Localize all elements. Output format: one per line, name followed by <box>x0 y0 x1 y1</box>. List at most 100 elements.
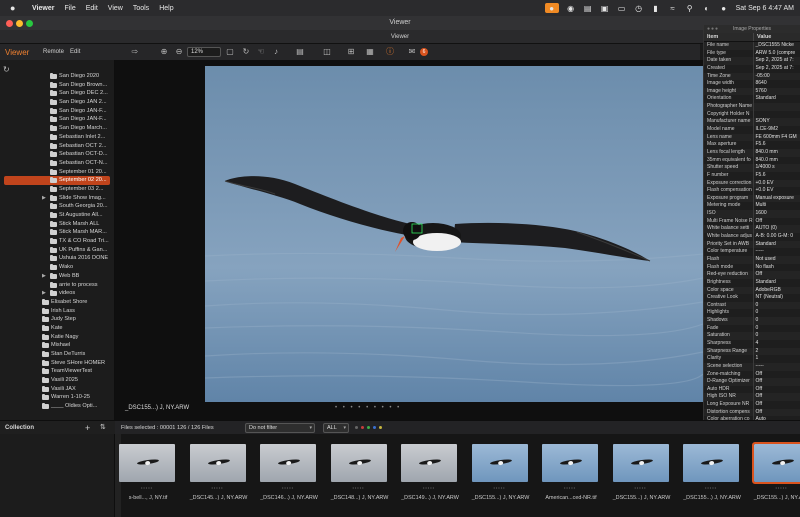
property-row[interactable]: White balance adjus A-B: 0.00 G-M: 0 <box>704 233 800 241</box>
folder-item[interactable]: ▶ Slide Show Imag... <box>0 194 115 203</box>
chevron-right-icon[interactable]: ▶ <box>42 194 46 203</box>
property-row[interactable]: File name _DSC1555 Nicke <box>704 42 800 50</box>
siri-icon[interactable]: ● <box>719 3 729 13</box>
compare-icon[interactable]: ◫ <box>322 47 332 57</box>
menu-file[interactable]: File <box>64 5 75 12</box>
info-icon[interactable]: ⓘ <box>385 47 395 57</box>
property-row[interactable]: Scene selection ----- <box>704 362 800 371</box>
folder-item[interactable]: arrie to process <box>0 281 115 290</box>
property-row[interactable]: Image width 8640 <box>704 80 800 88</box>
menu-tools[interactable]: Tools <box>133 5 149 12</box>
property-row[interactable]: Flash compensation +0.0 EV <box>704 187 800 195</box>
property-row[interactable]: 35mm equivalent fo 840.0 mm <box>704 156 800 165</box>
color-dot-green[interactable] <box>367 426 370 429</box>
color-dot-blue[interactable] <box>373 426 376 429</box>
property-row[interactable]: Fade 0 <box>704 324 800 333</box>
folder-item[interactable]: Warren 1-10-25 <box>0 393 115 402</box>
property-row[interactable]: ISO 1600 <box>704 210 800 218</box>
folder-item[interactable]: Wako <box>0 263 115 272</box>
property-row[interactable]: Flash Not used <box>704 255 800 264</box>
property-row[interactable]: Red-eye reduction Off <box>704 271 800 279</box>
stack-icon[interactable]: ▤ <box>583 3 593 13</box>
property-row[interactable]: Time Zone -05:00 <box>704 72 800 81</box>
timer-icon[interactable]: ◷ <box>634 3 644 13</box>
folder-item[interactable]: San Diego Brown... <box>0 81 115 90</box>
control-center-icon[interactable]: ◐ <box>702 3 712 13</box>
folder-item[interactable]: Steve SHore HOMER <box>0 359 115 368</box>
property-row[interactable]: Zone-matching Off <box>704 370 800 379</box>
property-row[interactable]: Photographer Name <box>704 103 800 111</box>
chevron-right-icon[interactable]: ▶ <box>42 272 46 281</box>
folder-item[interactable]: TeamViewerTest <box>0 367 115 376</box>
menu-app-name[interactable]: Viewer <box>32 5 54 12</box>
filmstrip-thumbnail[interactable]: ••••• _DSC155...) J, NY.ARW <box>471 444 529 501</box>
folder-item[interactable]: Vasili JAX <box>0 385 115 394</box>
battery-icon[interactable]: ▮ <box>651 3 661 13</box>
menu-help[interactable]: Help <box>159 5 173 12</box>
property-row[interactable]: Color space AdobeRGB <box>704 286 800 295</box>
brand-label[interactable]: Viewer <box>5 48 37 57</box>
window-icon[interactable]: ▭ <box>617 3 627 13</box>
range-select[interactable]: ALL ▾ <box>323 423 349 433</box>
layout-icon[interactable]: ▤ <box>295 47 305 57</box>
property-row[interactable]: Metering mode Multi <box>704 202 800 211</box>
property-row[interactable]: Shutter speed 1/4000 s <box>704 164 800 172</box>
sort-icon[interactable]: ⇅ <box>100 421 106 435</box>
panel-window-controls[interactable]: ●●● <box>707 25 719 33</box>
microphone-icon[interactable]: ● <box>544 3 559 13</box>
color-dot-none[interactable] <box>355 426 358 429</box>
property-row[interactable]: Highlights 0 <box>704 309 800 318</box>
folder-item[interactable]: Mishael <box>0 341 115 350</box>
property-row[interactable]: Sharpness Range 2 <box>704 347 800 356</box>
search-icon[interactable]: ⚲ <box>685 3 695 13</box>
close-window-button[interactable] <box>6 20 13 27</box>
filmstrip-thumbnail[interactable]: ••••• _DSC155...) J, NY.ARW <box>612 444 670 501</box>
folder-item[interactable]: Stan DeTurris <box>0 350 115 359</box>
folder-item[interactable]: San Diego JAN-F... <box>0 107 115 116</box>
folder-item[interactable]: ____ Oldies Opti... <box>0 402 115 411</box>
folder-item[interactable]: Elisabet Shore <box>0 298 115 307</box>
apple-menu-icon[interactable]: ● <box>10 3 22 13</box>
minimize-window-button[interactable] <box>16 20 23 27</box>
folder-item[interactable]: September 02 20... <box>4 176 110 185</box>
property-row[interactable]: Shadows 0 <box>704 317 800 325</box>
folder-item[interactable]: San Diego JAN-F... <box>0 115 115 124</box>
zoom-out-icon[interactable]: ⊖ <box>174 47 184 57</box>
folder-item[interactable]: San Diego 2020 <box>0 72 115 81</box>
property-row[interactable]: Date taken Sep 2, 2025 at 7: <box>704 57 800 65</box>
property-row[interactable]: Auto HDR Off <box>704 385 800 394</box>
notification-badge[interactable]: 6 <box>420 48 428 56</box>
property-row[interactable]: Multi Frame Noise R Off <box>704 217 800 226</box>
menu-edit[interactable]: Edit <box>86 5 98 12</box>
filter-select[interactable]: Do not filter ▾ <box>245 423 315 433</box>
property-row[interactable]: High ISO NR Off <box>704 393 800 402</box>
filmstrip-thumbnail[interactable]: ••••• s-bell..., J, NY.tif <box>119 444 175 501</box>
fit-screen-icon[interactable]: ▢ <box>225 47 235 57</box>
filmstrip-thumbnail[interactable]: ••••• _DSC145...) J, NY.ARW <box>189 444 247 501</box>
folder-item[interactable]: Vasili 2025 <box>0 376 115 385</box>
property-row[interactable]: Clarity 1 <box>704 355 800 363</box>
menu-view[interactable]: View <box>108 5 123 12</box>
property-row[interactable]: Lens name FE 600mm F4 GM <box>704 133 800 142</box>
audio-icon[interactable]: ♪ <box>271 47 281 57</box>
filmstrip-thumbnail[interactable]: ••••• _DSC155...) J, NY.ARW <box>683 444 741 501</box>
folder-item[interactable]: Stick Marsh ALL <box>0 220 115 229</box>
zoom-in-icon[interactable]: ⊕ <box>159 47 169 57</box>
properties-title-bar[interactable]: ●●● Image Properties <box>704 25 800 33</box>
property-row[interactable]: Saturation 0 <box>704 332 800 340</box>
folder-item[interactable]: Sebastian Inlet 2... <box>0 133 115 142</box>
folder-item[interactable]: San Diego JAN 2... <box>0 98 115 107</box>
folder-item[interactable]: St Augustine All... <box>0 211 115 220</box>
property-row[interactable]: Distortion compens Off <box>704 408 800 417</box>
record-icon[interactable]: ▣ <box>600 3 610 13</box>
filmstrip-thumbnail[interactable]: ••••• _DSC155...) J, NY.ARW <box>751 442 800 501</box>
color-dot-red[interactable] <box>361 426 364 429</box>
folder-item[interactable]: ▶ Web BB <box>0 272 115 281</box>
property-row[interactable]: White balance setti AUTO (0) <box>704 225 800 234</box>
folder-item[interactable]: Sebastian OCT-D... <box>0 150 115 159</box>
rating-dots[interactable]: ••••• <box>212 485 224 490</box>
property-row[interactable]: Brightness Standard <box>704 278 800 287</box>
property-row[interactable]: Creative Look NT (Neutral) <box>704 294 800 302</box>
menubar-clock[interactable]: Sat Sep 6 4:47 AM <box>736 5 794 12</box>
property-row[interactable]: D-Range Optimizer Off <box>704 378 800 386</box>
